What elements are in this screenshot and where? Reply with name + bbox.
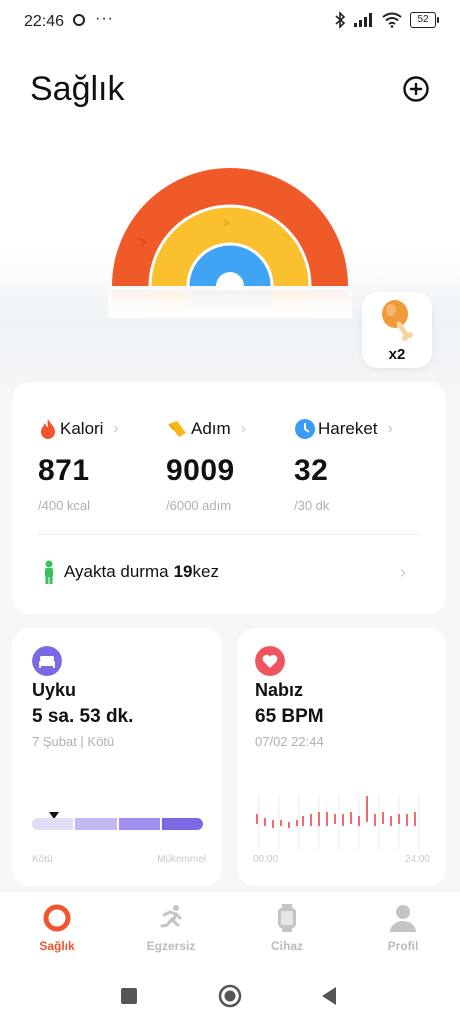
tab-health-label: Sağlık [39, 939, 75, 953]
tab-workout-label: Egzersiz [146, 939, 196, 953]
standing-row[interactable]: Ayakta durma 19 kez [42, 560, 219, 584]
heart-rate-chart [256, 794, 420, 850]
standing-person-icon [45, 560, 53, 584]
home-button[interactable] [218, 984, 242, 1008]
heart-rate-card[interactable]: Nabız 65 BPM 07/02 22:44 00:00 24:00 [237, 628, 446, 886]
sleep-card[interactable]: Uyku 5 sa. 53 dk. 7 Şubat | Kötü Kötü Mü… [12, 628, 222, 886]
tab-device-label: Cihaz [270, 939, 303, 953]
bottom-navigation: Sağlık Egzersiz Cihaz Profil [0, 893, 460, 963]
watch-icon [278, 904, 296, 932]
page-title: Sağlık [30, 70, 125, 108]
move-label: Hareket [318, 419, 378, 438]
footprint-icon [168, 421, 186, 437]
pulse-value: 65 BPM [255, 706, 324, 727]
chevron-right-icon: › [400, 562, 406, 582]
reward-count: x2 [388, 346, 406, 363]
standing-count: 19 [173, 562, 193, 581]
calorie-metric[interactable]: Kalori › 871 /400 kcal [38, 418, 158, 513]
activity-summary-card: Kalori › 871 /400 kcal Adım › 9009 /6000… [12, 382, 446, 614]
steps-label: Adım [191, 419, 231, 438]
move-value: 32 [294, 454, 329, 487]
sleep-scale-high: Mükemmel [157, 854, 206, 865]
calorie-value: 871 [38, 454, 90, 487]
add-icon[interactable] [402, 75, 430, 103]
standing-unit: kez [192, 562, 219, 581]
steps-value: 9009 [166, 454, 235, 487]
sleep-scale-low: Kötü [32, 854, 53, 865]
sleep-quality-bar [32, 818, 203, 832]
recent-apps-button[interactable] [120, 987, 138, 1005]
flame-icon [41, 419, 55, 439]
back-button[interactable] [320, 986, 338, 1006]
sleep-bar-segment [118, 818, 160, 830]
move-goal: /30 dk [294, 498, 330, 513]
pulse-timestamp: 07/02 22:44 [255, 734, 324, 749]
chevron-right-icon: › [240, 420, 247, 437]
chevron-right-icon: › [113, 420, 119, 437]
bed-icon [32, 646, 62, 676]
steps-metric[interactable]: Adım › 9009 /6000 adım [166, 418, 286, 513]
sleep-date-quality: 7 Şubat | Kötü [32, 734, 115, 749]
tab-profile-label: Profil [387, 939, 419, 953]
sleep-bar-segment [75, 818, 117, 830]
pulse-time-end: 24:00 [404, 854, 430, 865]
pulse-time-start: 00:00 [253, 854, 279, 865]
chevron-right-icon: › [387, 420, 393, 437]
signal-icon [354, 13, 372, 27]
profile-icon [390, 905, 416, 932]
move-metric[interactable]: Hareket › 32 /30 dk [294, 418, 414, 513]
sleep-title: Uyku [32, 680, 77, 700]
system-navigation-bar [0, 963, 460, 1024]
standing-label: Ayakta durma [64, 562, 169, 581]
calorie-goal: /400 kcal [38, 498, 91, 513]
battery-icon: 52 [410, 12, 439, 28]
tab-profile[interactable]: Profil [358, 903, 448, 953]
notification-ring-icon [73, 14, 85, 26]
status-time: 22:46 [24, 13, 65, 30]
tab-health[interactable]: Sağlık [12, 903, 102, 953]
more-notifications-icon: ··· [95, 10, 114, 27]
bluetooth-icon [335, 11, 346, 29]
clock-icon [295, 419, 315, 439]
calorie-label: Kalori [60, 419, 104, 438]
drumstick-icon [382, 300, 413, 341]
sleep-bar-segment [161, 818, 203, 830]
pulse-title: Nabız [255, 680, 304, 700]
sleep-value: 5 sa. 53 dk. [32, 706, 134, 727]
tab-workout[interactable]: Egzersiz [126, 903, 216, 953]
running-person-icon [160, 905, 182, 928]
status-bar: 22:46 ··· 52 [0, 0, 460, 44]
tab-device[interactable]: Cihaz [242, 903, 332, 953]
reward-badge[interactable]: x2 [362, 292, 432, 368]
divider [38, 534, 420, 535]
steps-goal: /6000 adım [166, 498, 232, 513]
activity-rings-chart[interactable] [108, 168, 352, 318]
wifi-icon [382, 12, 402, 28]
sleep-bar-segment [32, 818, 74, 830]
heart-icon [255, 646, 285, 676]
health-ring-icon [43, 904, 71, 932]
